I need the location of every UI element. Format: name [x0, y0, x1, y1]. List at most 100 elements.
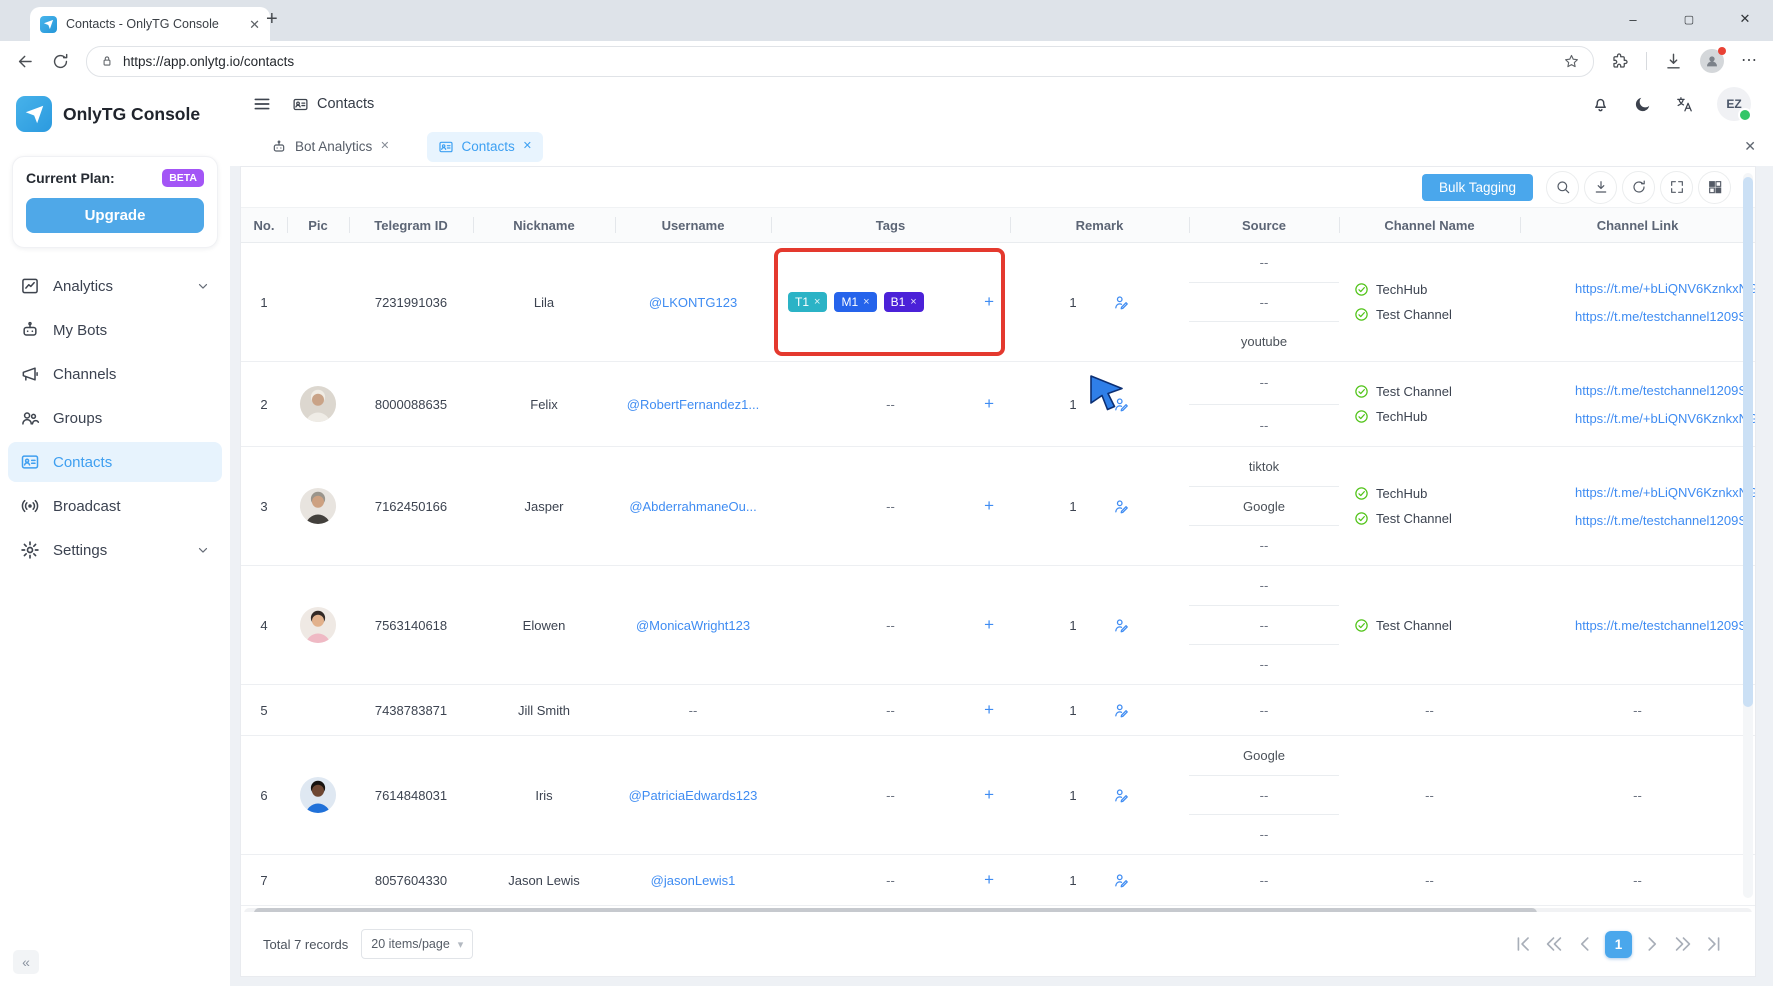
cell-no: 7: [241, 855, 287, 905]
edit-remark-icon[interactable]: [1113, 498, 1130, 515]
menu-icon[interactable]: [252, 94, 272, 114]
username-link[interactable]: @AbderrahmaneOu...: [629, 499, 756, 514]
page-last-icon[interactable]: [1703, 933, 1725, 955]
download-button[interactable]: [1584, 171, 1617, 204]
channel-link[interactable]: https://t.me/testchannel1209S: [1575, 383, 1747, 398]
back-icon[interactable]: [16, 52, 35, 71]
page-fast-prev-icon[interactable]: [1543, 933, 1565, 955]
sidebar-item-broadcast[interactable]: Broadcast: [8, 486, 222, 526]
username-link[interactable]: @PatriciaEdwards123: [629, 788, 758, 803]
upgrade-button[interactable]: Upgrade: [26, 198, 204, 233]
sidebar-item-my-bots[interactable]: My Bots: [8, 310, 222, 350]
tab-close-icon[interactable]: ✕: [380, 141, 389, 152]
page-first-icon[interactable]: [1512, 933, 1534, 955]
cell-nickname: Elowen: [473, 566, 615, 684]
contact-card-icon: [438, 139, 454, 155]
username-link[interactable]: @jasonLewis1: [651, 873, 736, 888]
add-tag-button[interactable]: +: [984, 292, 994, 312]
channel-link[interactable]: https://t.me/testchannel1209S: [1575, 513, 1747, 528]
grid-button[interactable]: [1698, 171, 1731, 204]
edit-remark-icon[interactable]: [1113, 787, 1130, 804]
add-tag-button[interactable]: +: [984, 700, 994, 720]
tag-remove-icon[interactable]: ×: [910, 296, 916, 308]
refresh-button[interactable]: [1622, 171, 1655, 204]
edit-remark-icon[interactable]: [1113, 872, 1130, 889]
bulk-tagging-button[interactable]: Bulk Tagging: [1422, 174, 1533, 201]
downloads-icon[interactable]: [1664, 52, 1683, 71]
current-page[interactable]: 1: [1605, 931, 1632, 958]
address-bar[interactable]: https://app.onlytg.io/contacts: [86, 46, 1594, 77]
sidebar-item-settings[interactable]: Settings: [8, 530, 222, 570]
vertical-scrollbar[interactable]: [1743, 173, 1753, 898]
bookmark-star-icon[interactable]: [1563, 53, 1580, 70]
new-tab-button[interactable]: +: [266, 8, 278, 31]
moon-icon[interactable]: [1633, 95, 1652, 114]
username-link[interactable]: @LKONTG123: [649, 295, 737, 310]
source-value: --: [1189, 685, 1339, 735]
tag-pill[interactable]: M1×: [834, 292, 876, 312]
browser-tab[interactable]: Contacts - OnlyTG Console ✕: [30, 7, 270, 41]
contacts-panel: Bulk Tagging No.PicTelegram IDNicknameUs…: [240, 166, 1756, 977]
tab-close-icon[interactable]: ✕: [523, 141, 532, 152]
tag-pill[interactable]: B1×: [884, 292, 924, 312]
vscroll-thumb[interactable]: [1743, 177, 1753, 707]
avatar: [299, 606, 337, 644]
source-value: --: [1189, 606, 1339, 646]
expand-button[interactable]: [1660, 171, 1693, 204]
tag-remove-icon[interactable]: ×: [814, 296, 820, 308]
tab-contacts[interactable]: Contacts✕: [427, 132, 544, 162]
app-logo[interactable]: OnlyTG Console: [0, 81, 230, 140]
bell-icon[interactable]: [1591, 95, 1610, 114]
channel-link[interactable]: https://t.me/+bLiQNV6KznkxNGY: [1575, 281, 1755, 296]
minimize-button[interactable]: –: [1618, 12, 1648, 27]
username-link[interactable]: @MonicaWright123: [636, 618, 750, 633]
translate-icon[interactable]: [1675, 95, 1694, 114]
source-value: --: [1189, 362, 1339, 405]
username-link[interactable]: @RobertFernandez1...: [627, 397, 759, 412]
sidebar-item-analytics[interactable]: Analytics: [8, 266, 222, 306]
channel-name-item: TechHub: [1354, 486, 1427, 501]
url-text[interactable]: https://app.onlytg.io/contacts: [123, 54, 1554, 69]
page-size-select[interactable]: 20 items/page ▾: [361, 929, 473, 959]
channel-link[interactable]: https://t.me/testchannel1209S: [1575, 309, 1747, 324]
tabbar-close-icon[interactable]: ✕: [1744, 138, 1756, 155]
user-avatar[interactable]: EZ: [1717, 87, 1751, 121]
browser-profile-avatar[interactable]: [1700, 49, 1724, 73]
sidebar-item-contacts[interactable]: Contacts: [8, 442, 222, 482]
edit-remark-icon[interactable]: [1113, 617, 1130, 634]
page-next-icon[interactable]: [1641, 933, 1663, 955]
cell-tags: T1× M1× B1× +: [771, 243, 1010, 361]
close-button[interactable]: ✕: [1730, 11, 1760, 27]
tag-pill[interactable]: T1×: [788, 292, 827, 312]
edit-remark-icon[interactable]: [1113, 702, 1130, 719]
tag-remove-icon[interactable]: ×: [863, 296, 869, 308]
page-prev-icon[interactable]: [1574, 933, 1596, 955]
tab-close-icon[interactable]: ✕: [249, 18, 260, 31]
edit-remark-icon[interactable]: [1113, 294, 1130, 311]
channel-link[interactable]: https://t.me/testchannel1209S: [1575, 618, 1747, 633]
add-tag-button[interactable]: +: [984, 870, 994, 890]
tab-bot-analytics[interactable]: Bot Analytics✕: [260, 132, 401, 162]
maximize-button[interactable]: ▢: [1674, 13, 1704, 26]
table-header: No.PicTelegram IDNicknameUsernameTagsRem…: [241, 207, 1755, 243]
page-fast-next-icon[interactable]: [1672, 933, 1694, 955]
channel-link[interactable]: https://t.me/+bLiQNV6KznkxNGY: [1575, 411, 1755, 426]
extensions-icon[interactable]: [1610, 52, 1629, 71]
reload-icon[interactable]: [51, 52, 70, 71]
sidebar-collapse-button[interactable]: «: [13, 950, 39, 974]
column-header-telegram-id: Telegram ID: [349, 208, 473, 242]
mouse-cursor: [1087, 373, 1127, 413]
search-button[interactable]: [1546, 171, 1579, 204]
channel-link[interactable]: https://t.me/+bLiQNV6KznkxNGY: [1575, 485, 1755, 500]
empty-value: --: [886, 618, 895, 633]
cell-remark: 1: [1010, 566, 1189, 684]
cell-source: --: [1189, 685, 1339, 735]
sidebar-item-groups[interactable]: Groups: [8, 398, 222, 438]
add-tag-button[interactable]: +: [984, 394, 994, 414]
add-tag-button[interactable]: +: [984, 615, 994, 635]
sidebar-item-channels[interactable]: Channels: [8, 354, 222, 394]
add-tag-button[interactable]: +: [984, 496, 994, 516]
browser-menu-icon[interactable]: ⋯: [1741, 53, 1757, 69]
add-tag-button[interactable]: +: [984, 785, 994, 805]
empty-value: --: [1260, 827, 1269, 842]
